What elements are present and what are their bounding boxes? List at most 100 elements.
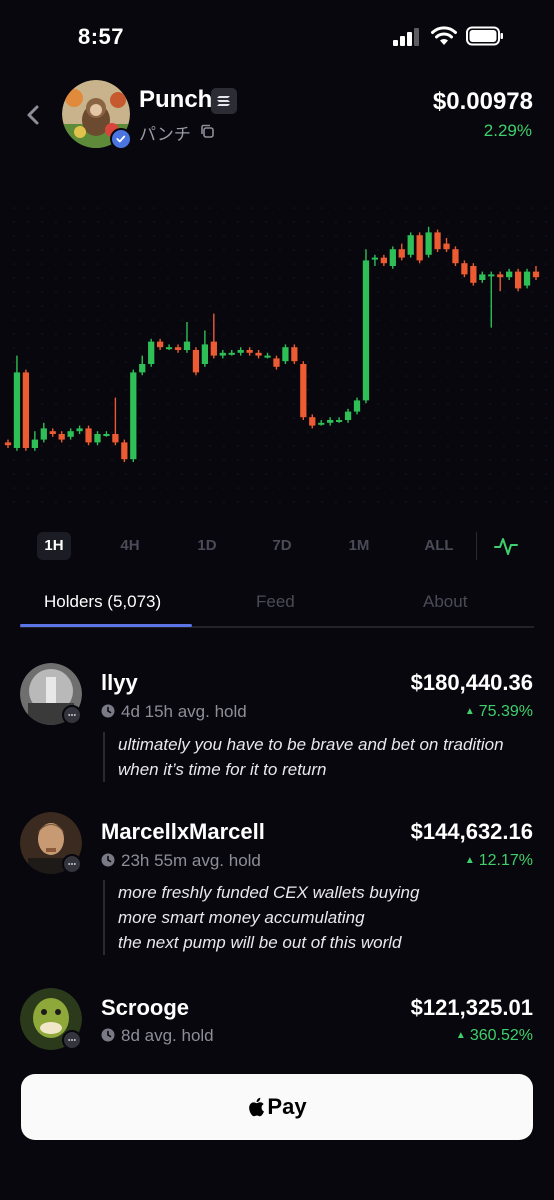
holder-pct-text: 75.39% [478,703,533,720]
copy-icon[interactable] [199,123,215,139]
timeframe-1m[interactable]: 1M [342,532,376,560]
candle-body [470,266,477,283]
candle [497,271,504,292]
timeframe-4h[interactable]: 4H [113,532,147,560]
holder-pct-text: 360.52% [469,1027,533,1044]
candle [264,352,271,359]
timeframe-all[interactable]: ALL [420,532,458,560]
candle [362,249,370,404]
candle-body [506,271,513,278]
token-price-change: 2.29% [483,121,532,140]
candle-body [514,271,522,289]
holder-avg-hold: 23h 55m avg. hold [101,851,261,871]
candle-body [40,428,47,440]
candle [335,417,343,423]
candle-body [300,364,307,418]
holder-name: MarcellxMarcell [101,819,265,844]
candle [165,344,173,350]
candle [344,408,352,423]
holder-pct-text: 12.17% [478,852,533,869]
timeframe-7d[interactable]: 7D [265,532,299,560]
candle [407,232,414,258]
candle-body [31,439,38,448]
chat-bubble-icon [62,854,82,874]
holder-pct-change: ▲ 12.17% [465,852,533,870]
holder-row[interactable]: MarcellxMarcell 23h 55m avg. hold $144,6… [0,810,554,970]
candle-body [112,434,119,443]
candle-body [13,372,21,448]
timeframe-1d[interactable]: 1D [190,532,224,560]
token-avatar[interactable] [62,80,132,150]
candle [461,260,468,278]
candle-body [344,411,352,420]
candle-body [264,355,271,358]
chevron-left-icon[interactable] [24,104,42,126]
apple-pay-button[interactable]: Pay [21,1074,533,1140]
candle-body [201,344,209,364]
candle-body [273,358,280,367]
candle-body [497,274,504,278]
holder-row[interactable]: Scrooge 8d avg. hold $121,325.01 ▲ 360.52… [0,986,554,1056]
token-subtitle: パンチ [139,125,191,144]
candle-body [165,347,173,350]
candle-body [67,431,74,437]
candle [94,431,101,446]
price-candlestick-chart[interactable] [0,200,554,510]
candle [31,431,38,451]
candle-body [4,442,12,446]
tab-feed[interactable]: Feed [256,592,295,612]
candle-body [335,420,343,422]
holder-value: $121,325.01 [410,995,533,1020]
wifi-icon [431,26,457,45]
candle [327,417,334,426]
message-line: when it’s time for it to return [118,760,327,779]
holder-avg-hold: 4d 15h avg. hold [101,702,247,722]
candle-body [353,400,361,412]
candle-body [76,428,83,432]
candle-body [362,260,370,401]
holder-pct-change: ▲ 360.52% [456,1027,533,1045]
pay-label: Pay [267,1094,307,1119]
holder-avg-hold-text: 8d avg. hold [121,1026,214,1045]
candle [353,397,361,415]
candle [139,355,146,376]
candle-body [291,347,298,362]
holder-message: more freshly funded CEX wallets buying m… [103,880,419,955]
message-line: the next pump will be out of this world [118,933,402,952]
candle [318,420,325,426]
tab-active-indicator [20,624,192,627]
cellular-signal-icon [393,28,419,46]
pulse-line-icon[interactable] [494,534,518,558]
tab-holders[interactable]: Holders (5,073) [44,592,161,612]
tab-about[interactable]: About [423,592,467,612]
candle [85,425,92,446]
candle-body [255,352,262,356]
arrow-up-icon: ▲ [464,855,475,866]
candle [389,246,396,269]
candle [452,246,459,266]
candle [121,439,128,462]
holder-value: $144,632.16 [410,819,533,844]
message-line: more smart money accumulating [118,908,365,927]
message-line: more freshly funded CEX wallets buying [118,883,420,902]
arrow-up-icon: ▲ [455,1030,466,1041]
timeframe-1h[interactable]: 1H [37,532,71,560]
holder-message: ultimately you have to be brave and bet … [103,732,504,782]
holder-row[interactable]: llyy 4d 15h avg. hold $180,440.36 ▲ 75.39… [0,660,554,790]
apple-logo-icon [249,1097,265,1117]
candle [291,344,298,364]
candle [380,254,387,266]
chat-bubble-icon [62,705,82,725]
candle [67,428,74,440]
candle [300,361,307,420]
candle-body [49,431,56,434]
candle [76,425,83,434]
holder-avg-hold: 8d avg. hold [101,1026,214,1046]
candle-body [237,350,244,353]
solana-icon [211,88,237,114]
candle [470,263,477,286]
candle-body [327,420,334,423]
candle-body [434,232,441,250]
candle-body [282,347,289,362]
candle [148,338,155,367]
